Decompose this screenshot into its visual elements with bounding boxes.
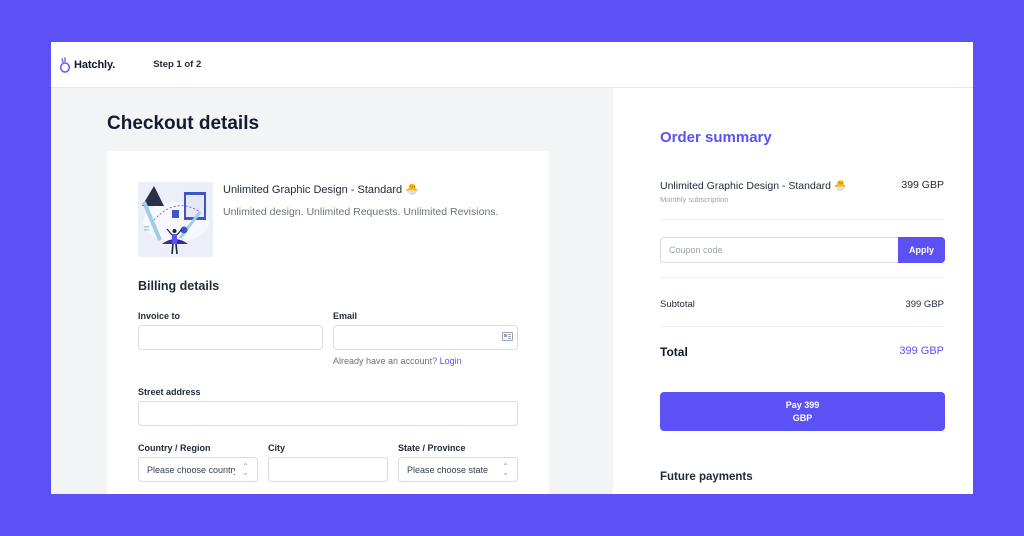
state-label: State / Province (398, 443, 466, 453)
pay-button[interactable]: Pay 399 GBP (660, 392, 945, 431)
order-item-name: Unlimited Graphic Design - Standard 🐣 (660, 180, 847, 192)
total-label: Total (660, 345, 688, 359)
country-label: Country / Region (138, 443, 211, 453)
city-label: City (268, 443, 286, 453)
select-chevrons-icon: ⌃ ⌄ (502, 461, 509, 477)
contact-card-icon[interactable] (502, 332, 513, 341)
total-value: 399 GBP (899, 345, 944, 357)
invoice-to-label: Invoice to (138, 311, 181, 321)
order-summary-title: Order summary (660, 129, 772, 146)
checkout-window: Hatchly. Step 1 of 2 Checkout details Un… (51, 42, 973, 494)
order-item-subtitle: Monthly subscription (660, 195, 729, 204)
product-image (138, 182, 213, 257)
login-link[interactable]: Login (440, 356, 462, 366)
future-payments-heading: Future payments (660, 471, 753, 483)
checkout-details-panel: Checkout details Unlimited Graphic Desig… (51, 88, 613, 494)
coupon-code-input[interactable] (660, 237, 898, 263)
state-select[interactable]: Please choose state ⌃ ⌄ (398, 457, 518, 482)
coupon-form: Apply (660, 237, 945, 263)
email-label: Email (333, 311, 358, 321)
billing-details-heading: Billing details (138, 279, 220, 293)
step-indicator: Step 1 of 2 (153, 59, 202, 70)
order-item-price: 399 GBP (901, 179, 944, 191)
divider (660, 277, 944, 278)
order-summary-panel: Order summary Unlimited Graphic Design -… (613, 88, 973, 494)
state-selected-value: Please choose state (407, 464, 489, 475)
subtotal-label: Subtotal (660, 299, 695, 310)
hatchly-logo-icon (59, 56, 71, 73)
country-selected-value: Please choose country (147, 464, 235, 475)
login-prompt: Already have an account? Login (333, 356, 462, 366)
city-input[interactable] (268, 457, 388, 482)
invoice-to-input[interactable] (138, 325, 323, 350)
account-prompt-text: Already have an account? (333, 356, 438, 366)
subtotal-value: 399 GBP (905, 299, 944, 310)
design-illustration-icon (138, 182, 213, 257)
email-field-wrapper (333, 325, 518, 350)
product-title: Unlimited Graphic Design - Standard 🐣 (223, 184, 419, 196)
checkout-card: Unlimited Graphic Design - Standard 🐣 Un… (107, 151, 549, 494)
select-chevrons-icon: ⌃ ⌄ (242, 461, 249, 477)
top-bar: Hatchly. Step 1 of 2 (51, 42, 973, 88)
pay-button-amount: Pay 399 (785, 399, 820, 410)
email-input[interactable] (333, 325, 518, 350)
product-description: Unlimited design. Unlimited Requests. Un… (223, 206, 499, 218)
street-address-label: Street address (138, 387, 201, 397)
pay-button-currency: GBP (792, 412, 813, 423)
logo-text: Hatchly. (74, 58, 116, 71)
country-select[interactable]: Please choose country ⌃ ⌄ (138, 457, 258, 482)
street-address-input[interactable] (138, 401, 518, 426)
divider (660, 219, 944, 220)
page-title: Checkout details (107, 113, 260, 134)
apply-coupon-button[interactable]: Apply (898, 237, 945, 263)
logo[interactable]: Hatchly. (59, 56, 116, 73)
divider (660, 326, 944, 327)
